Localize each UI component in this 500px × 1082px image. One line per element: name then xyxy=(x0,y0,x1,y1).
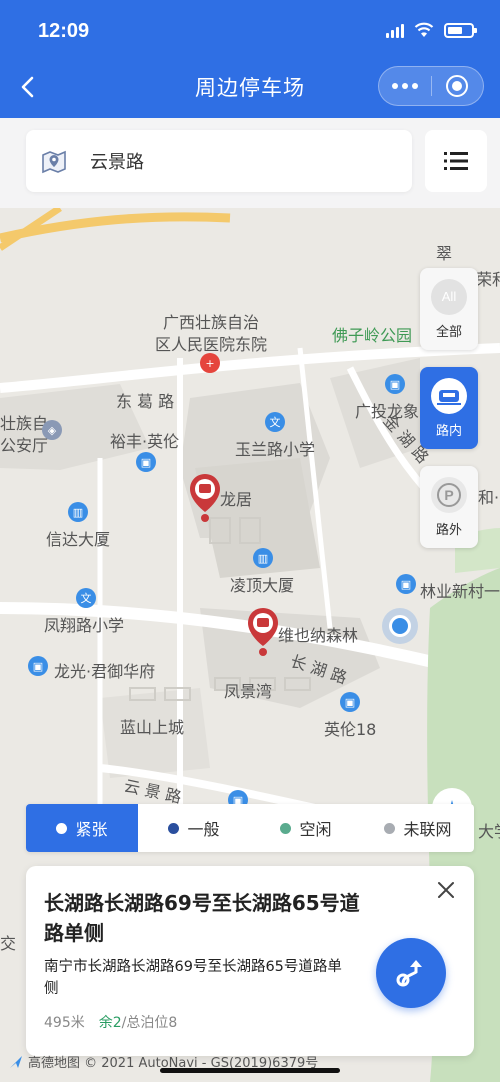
map-label-da: 大学 xyxy=(478,822,500,841)
status-time: 12:09 xyxy=(38,20,90,42)
map-label-xinda: 信达大厦 xyxy=(46,530,111,549)
filter-onstreet-button[interactable]: 路内 xyxy=(420,367,478,449)
navigate-button[interactable] xyxy=(376,938,446,1008)
all-icon: All xyxy=(431,278,467,315)
map-label-lanshan: 蓝山上城 xyxy=(120,718,185,737)
parking-pin-marker[interactable] xyxy=(246,606,280,658)
map-label-anting: 公安厅 xyxy=(0,436,49,455)
office-icon: ▥ xyxy=(253,548,273,568)
legend-item-free[interactable]: 空闲 xyxy=(250,804,362,852)
legend-dot xyxy=(56,822,68,834)
search-input[interactable]: 云景路 xyxy=(26,130,412,192)
map-label-longju: 龙居 xyxy=(220,490,253,509)
search-value: 云景路 xyxy=(90,152,144,173)
map-label-fengjingwan: 凤景湾 xyxy=(224,682,273,701)
legend-label: 空闲 xyxy=(299,820,332,839)
map-label-lingding: 凌顶大厦 xyxy=(230,576,295,595)
map-label-zuzi: 壮族自 xyxy=(0,414,49,433)
status-icons xyxy=(386,22,477,38)
map-label-yufeng: 裕丰·英伦 xyxy=(110,432,180,451)
legend-dot xyxy=(280,822,292,834)
residence-icon: ▣ xyxy=(28,656,48,676)
parking-info-card[interactable]: 长湖路长湖路69号至长湖路65号道路单侧 南宁市长湖路长湖路69号至长湖路65号… xyxy=(26,866,474,1056)
parking-p-glyph: P xyxy=(437,482,461,507)
parking-meta: 495米 余2/总泊位8 xyxy=(44,1012,177,1032)
map-label-park: 佛子岭公园 xyxy=(332,326,413,345)
parking-name: 长湖路长湖路69号至长湖路65号道路单侧 xyxy=(44,891,360,945)
legend-label: 未联网 xyxy=(403,820,452,839)
map-label-donggelu: 东 葛 路 xyxy=(116,392,175,411)
legend-label: 紧张 xyxy=(75,820,108,839)
map-label-cui: 翠 xyxy=(436,244,453,263)
legend-dot xyxy=(168,822,180,834)
map-label-linye: 林业新村一 xyxy=(420,582,500,601)
government-icon: ◈ xyxy=(42,420,62,440)
current-location-marker xyxy=(382,608,418,644)
legend-dot xyxy=(384,822,396,834)
signal-icon xyxy=(386,22,404,38)
school-icon: 文 xyxy=(265,412,285,432)
map-label-yinglun18: 英伦18 xyxy=(324,720,377,739)
distance: 495米 xyxy=(44,1015,85,1031)
map-label-he: 和·公 xyxy=(478,488,500,507)
amap-logo-icon xyxy=(10,1055,22,1068)
legend-item-offline[interactable]: 未联网 xyxy=(362,804,474,852)
office-icon: ▥ xyxy=(68,502,88,522)
filter-label: 路外 xyxy=(435,522,462,538)
map-label-longguang: 龙光·君御华府 xyxy=(54,662,156,681)
filter-all-button[interactable]: All 全部 xyxy=(420,268,478,350)
hospital-icon: + xyxy=(200,353,220,373)
header-bar: 12:09 周边停车场 xyxy=(0,0,500,118)
map-label-yulan-school: 玉兰路小学 xyxy=(235,440,316,459)
battery-icon xyxy=(444,22,477,38)
legend-item-busy[interactable]: 紧张 xyxy=(26,804,138,852)
home-indicator xyxy=(160,1068,340,1073)
map-label-jiao: 交 xyxy=(0,934,17,953)
list-icon xyxy=(444,152,468,170)
list-view-button[interactable] xyxy=(425,130,487,192)
filter-label: 路内 xyxy=(435,423,462,439)
search-area: 云景路 xyxy=(0,118,500,208)
residence-icon: ▣ xyxy=(396,574,416,594)
route-icon xyxy=(396,960,422,987)
parking-pin-marker[interactable] xyxy=(188,472,222,524)
map-label-hospital: 广西壮族自治 区人民医院东院 xyxy=(155,313,268,354)
filter-offstreet-button[interactable]: P 路外 xyxy=(420,466,478,548)
school-icon: 文 xyxy=(76,588,96,608)
onstreet-parking-icon xyxy=(431,377,467,414)
legend-item-normal[interactable]: 一般 xyxy=(138,804,250,852)
close-mini-program-button[interactable] xyxy=(431,67,483,105)
legend-label: 一般 xyxy=(187,820,220,839)
residence-icon: ▣ xyxy=(385,374,405,394)
mini-program-capsule xyxy=(378,66,484,106)
close-icon[interactable] xyxy=(434,878,458,902)
parking-address: 南宁市长湖路长湖路69号至长湖路65号道路单侧 xyxy=(44,959,342,997)
remaining-spaces: 余2 xyxy=(98,1015,122,1031)
filter-label: 全部 xyxy=(435,324,462,340)
map-label-fengxiang: 凤翔路小学 xyxy=(44,616,125,635)
residence-icon: ▣ xyxy=(136,452,156,472)
more-button[interactable] xyxy=(379,67,431,105)
status-legend: 紧张 一般 空闲 未联网 xyxy=(26,804,474,852)
residence-icon: ▣ xyxy=(340,692,360,712)
total-spaces: /总泊位8 xyxy=(121,1015,178,1031)
map-location-icon xyxy=(42,150,66,174)
wifi-icon xyxy=(414,22,434,37)
parking-p-icon: P xyxy=(431,476,467,513)
map-label-rong: 荣和 xyxy=(476,270,500,289)
map-label-weiyena: 维也纳森林 xyxy=(278,626,359,645)
